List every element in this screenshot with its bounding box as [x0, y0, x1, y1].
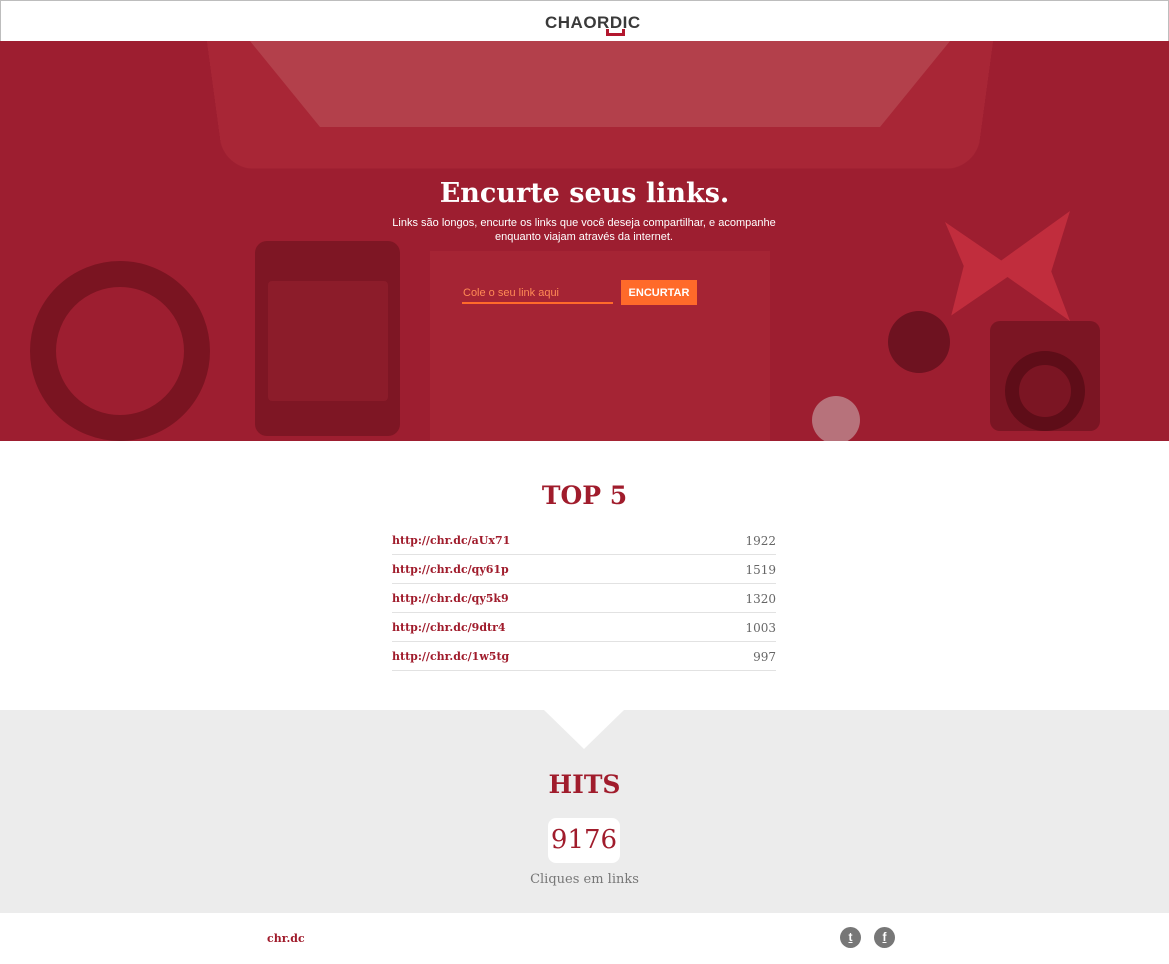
- click-count: 1922: [745, 534, 776, 548]
- sunglasses-illustration: [888, 311, 950, 373]
- list-item: http://chr.dc/qy61p 1519: [392, 555, 776, 584]
- bowtie-illustration: [945, 211, 1070, 321]
- hits-label: Cliques em links: [530, 872, 639, 887]
- link-input[interactable]: [462, 284, 613, 304]
- facebook-icon[interactable]: f: [874, 927, 895, 948]
- click-count: 1320: [745, 592, 776, 606]
- hits-counter: 9176: [548, 818, 620, 863]
- hits-section: HITS 9176 Cliques em links: [0, 710, 1169, 913]
- section-notch: [544, 710, 624, 749]
- click-count: 997: [753, 650, 776, 664]
- hero-subtitle: Links são longos, encurte os links que v…: [392, 217, 776, 243]
- shorten-button[interactable]: ENCURTAR: [621, 280, 697, 305]
- watch-illustration: [812, 396, 860, 441]
- hero-title: Encurte seus links.: [439, 178, 730, 209]
- list-item: http://chr.dc/1w5tg 997: [392, 642, 776, 671]
- short-link[interactable]: http://chr.dc/1w5tg: [392, 650, 509, 663]
- short-link[interactable]: http://chr.dc/aUx71: [392, 534, 510, 547]
- chaordic-logo[interactable]: CHAORDIC: [545, 13, 641, 37]
- hits-title: HITS: [548, 770, 621, 799]
- click-count: 1519: [745, 563, 776, 577]
- twitter-icon[interactable]: t: [840, 927, 861, 948]
- list-item: http://chr.dc/9dtr4 1003: [392, 613, 776, 642]
- camera-lens-illustration: [1005, 351, 1085, 431]
- logo-text: CHAORDIC: [545, 13, 641, 32]
- short-link[interactable]: http://chr.dc/qy5k9: [392, 592, 509, 605]
- list-item: http://chr.dc/qy5k9 1320: [392, 584, 776, 613]
- monitor-screen-illustration: [250, 41, 950, 127]
- top5-list: http://chr.dc/aUx71 1922 http://chr.dc/q…: [392, 526, 776, 671]
- footer-brand-link[interactable]: chr.dc: [267, 932, 305, 945]
- logo-bracket-mark: [606, 29, 625, 36]
- footer: chr.dc t f: [0, 913, 1169, 964]
- top-header: CHAORDIC: [0, 0, 1169, 41]
- list-item: http://chr.dc/aUx71 1922: [392, 526, 776, 555]
- top5-title: TOP 5: [541, 481, 628, 510]
- click-count: 1003: [745, 621, 776, 635]
- short-link[interactable]: http://chr.dc/qy61p: [392, 563, 509, 576]
- hero-banner: Encurte seus links. Links são longos, en…: [0, 41, 1169, 441]
- headphones-illustration: [30, 261, 210, 441]
- notebook-illustration: [430, 251, 770, 441]
- short-link[interactable]: http://chr.dc/9dtr4: [392, 621, 506, 634]
- tablet-screen-illustration: [268, 281, 388, 401]
